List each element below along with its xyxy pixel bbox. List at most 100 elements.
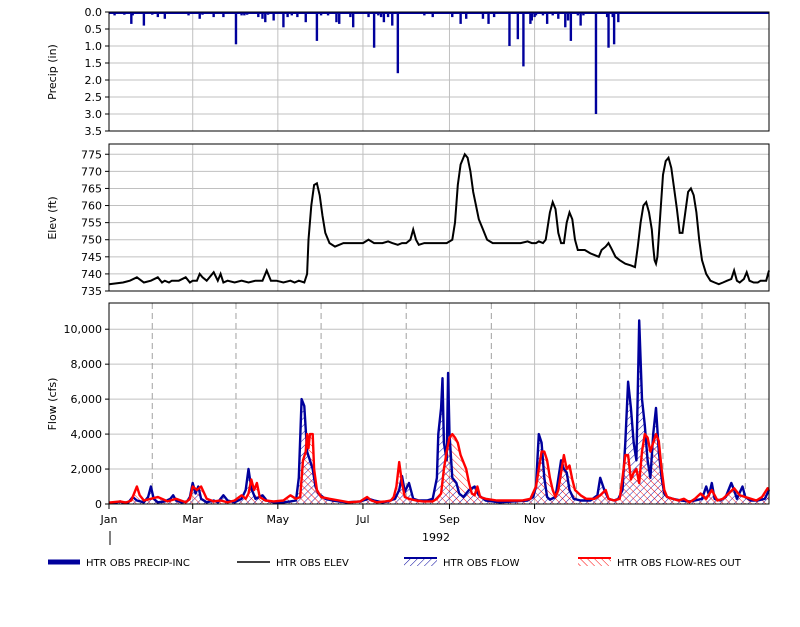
ytick-label: 3.5 <box>85 125 103 138</box>
xtick-label: Nov <box>524 513 546 526</box>
precip-bar <box>579 12 582 26</box>
precip-bar <box>534 12 538 16</box>
precip-bar <box>338 12 341 24</box>
ytick-label: 735 <box>81 285 102 298</box>
flow-series-area <box>109 320 769 504</box>
ytick-label: 0.5 <box>85 23 103 36</box>
elev-line <box>108 152 770 286</box>
legend: HTR OBS PRECIP-INC HTR OBS ELEV HTR OBS … <box>48 557 742 569</box>
precip-bar <box>187 12 190 16</box>
ytick-label: 760 <box>81 200 102 213</box>
legend-item-precip: HTR OBS PRECIP-INC <box>48 558 190 569</box>
year-label: 1992 <box>422 531 450 544</box>
ytick-label: 2.5 <box>85 91 103 104</box>
ytick-label: 2,000 <box>71 463 103 476</box>
precip-bar <box>465 12 468 19</box>
precip-bar <box>335 12 338 23</box>
precip-bar <box>296 12 299 18</box>
precip-bar <box>391 12 394 26</box>
precip-bar <box>156 12 160 18</box>
precip-bar <box>530 12 533 21</box>
precip-bar <box>163 12 167 19</box>
precip-bar <box>423 12 426 16</box>
precip-bar <box>481 12 485 19</box>
precip-bar <box>522 12 525 67</box>
ytick-label: 2.0 <box>85 74 103 87</box>
precip-bar <box>396 12 400 74</box>
ytick-label: 8,000 <box>71 358 103 371</box>
precip-bar <box>319 12 323 16</box>
precip-bar <box>459 12 462 24</box>
precip-bar <box>382 12 386 23</box>
ytick-label: 765 <box>81 182 102 195</box>
precip-bar <box>131 12 134 16</box>
ytick-label: 740 <box>81 268 102 281</box>
legend-label-elev: HTR OBS ELEV <box>276 558 349 569</box>
xtick-label: May <box>266 513 289 526</box>
precip-ylabel: Precip (in) <box>46 44 59 100</box>
precip-bar <box>304 12 307 23</box>
ytick-label: 770 <box>81 165 102 178</box>
xtick-label: Jan <box>100 513 118 526</box>
precip-bar <box>367 12 370 18</box>
precip-bar <box>557 12 560 19</box>
precip-bar <box>377 12 380 16</box>
ytick-label: 750 <box>81 234 102 247</box>
legend-label-flow: HTR OBS FLOW <box>443 558 520 569</box>
ytick-label: 3.0 <box>85 108 103 121</box>
xtick-label: Sep <box>439 513 460 526</box>
precip-bar <box>326 12 330 16</box>
ytick-label: 755 <box>81 217 102 230</box>
precip-frame <box>108 11 770 132</box>
legend-item-flow: HTR OBS FLOW <box>404 557 520 569</box>
precip-bar <box>487 12 490 24</box>
precip-bar <box>261 12 264 19</box>
ytick-label: 775 <box>81 148 102 161</box>
precip-bar <box>240 12 243 16</box>
xtick-label: Jul <box>355 513 369 526</box>
hydrograph-chart: 0.0 0.5 1.0 1.5 2.0 2.5 3.0 3.5 Precip (in) 735… <box>46 6 771 569</box>
ytick-label: 745 <box>81 251 102 264</box>
xtick-label: Mar <box>182 513 203 526</box>
precip-bar <box>541 12 545 16</box>
precip-bar <box>286 12 289 18</box>
precip-bar <box>569 12 573 41</box>
precip-bar <box>551 12 554 16</box>
precip-bar <box>545 12 549 24</box>
precip-bar <box>351 12 355 28</box>
precip-bar <box>564 12 567 28</box>
precip-bar <box>282 12 285 28</box>
ytick-label: 1.0 <box>85 40 103 53</box>
precip-bar <box>379 12 383 18</box>
precip-bar <box>372 12 376 48</box>
precip-bar <box>516 12 520 40</box>
ytick-label: 4,000 <box>71 428 103 441</box>
legend-item-resout: HTR OBS FLOW-RES OUT <box>578 557 742 569</box>
precip-bar <box>257 12 260 18</box>
ytick-label: 1.5 <box>85 57 103 70</box>
precip-bar <box>566 12 570 21</box>
precip-bar <box>113 12 116 16</box>
ytick-label: 6,000 <box>71 393 103 406</box>
flow-panel: 0 2,000 4,000 6,000 8,000 10,000 Jan Mar May Jul… <box>46 302 771 545</box>
legend-label-precip: HTR OBS PRECIP-INC <box>86 558 190 569</box>
flow-ylabel: Flow (cfs) <box>46 378 59 431</box>
precip-bar <box>264 12 267 23</box>
precip-bar <box>492 12 496 18</box>
precip-bar <box>142 12 146 26</box>
precip-bar <box>582 12 585 16</box>
precip-bar <box>222 12 225 18</box>
precip-bar <box>431 12 434 18</box>
precip-bar <box>272 12 275 21</box>
precip-bar <box>594 12 598 114</box>
precip-bar <box>617 12 620 23</box>
precip-bar <box>290 12 293 16</box>
precip-bar <box>234 12 238 45</box>
precip-bar <box>607 12 610 48</box>
precip-bar <box>198 12 201 19</box>
precip-bar <box>576 12 580 16</box>
precip-bar <box>315 12 319 41</box>
precip-bar <box>508 12 511 46</box>
legend-item-elev: HTR OBS ELEV <box>237 558 349 569</box>
precip-bar <box>612 12 616 45</box>
